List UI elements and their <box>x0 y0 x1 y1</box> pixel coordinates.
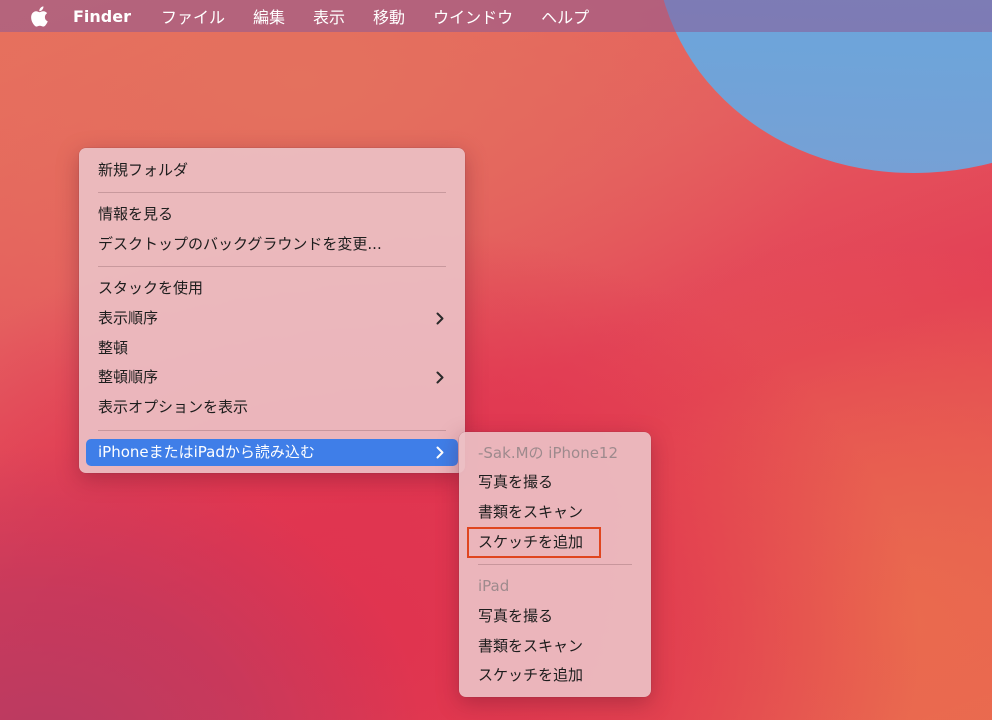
menu-item-sort-by[interactable]: 表示順序 <box>86 305 458 332</box>
chevron-right-icon <box>436 305 444 332</box>
wallpaper-shape <box>588 0 992 245</box>
import-submenu: -Sak.Mの iPhone12 写真を撮る 書類をスキャン スケッチを追加 i… <box>459 432 651 697</box>
chevron-right-icon <box>436 364 444 391</box>
menubar-finder[interactable]: Finder <box>73 7 131 26</box>
menu-item-label: iPhoneまたはiPadから読み込む <box>98 443 315 461</box>
submenu-header-iphone: -Sak.Mの iPhone12 <box>478 444 619 462</box>
menu-separator <box>98 266 446 267</box>
submenu-iphone-take-photo[interactable]: 写真を撮る <box>466 469 644 496</box>
menu-item-label: 表示順序 <box>98 309 159 327</box>
menubar-window[interactable]: ウインドウ <box>433 4 513 28</box>
menu-bar: Finder ファイル 編集 表示 移動 ウインドウ ヘルプ <box>0 0 992 32</box>
apple-logo-icon[interactable] <box>29 5 49 27</box>
submenu-header-ipad: iPad <box>478 577 510 595</box>
menu-separator <box>98 192 446 193</box>
menu-item-import-from-iphone[interactable]: iPhoneまたはiPadから読み込む <box>86 439 458 466</box>
chevron-right-icon <box>436 439 444 466</box>
submenu-iphone-scan-documents[interactable]: 書類をスキャン <box>466 499 644 526</box>
desktop[interactable]: Finder ファイル 編集 表示 移動 ウインドウ ヘルプ 新規フォルダ 情報… <box>0 0 992 720</box>
menu-item-show-view-options[interactable]: 表示オプションを表示 <box>86 394 458 421</box>
menubar-edit[interactable]: 編集 <box>253 4 285 28</box>
desktop-context-menu: 新規フォルダ 情報を見る デスクトップのバックグラウンドを変更... スタックを… <box>79 148 465 473</box>
menu-item-change-background[interactable]: デスクトップのバックグラウンドを変更... <box>86 231 458 258</box>
menubar-go[interactable]: 移動 <box>373 4 405 28</box>
annotation-highlight-box <box>467 527 601 558</box>
menu-item-clean-up-by[interactable]: 整頓順序 <box>86 364 458 391</box>
submenu-ipad-add-sketch[interactable]: スケッチを追加 <box>466 662 644 689</box>
menubar-view[interactable]: 表示 <box>313 4 345 28</box>
menubar-help[interactable]: ヘルプ <box>541 4 589 28</box>
menu-item-clean-up[interactable]: 整頓 <box>86 335 458 362</box>
menu-item-use-stacks[interactable]: スタックを使用 <box>86 275 458 302</box>
menu-item-get-info[interactable]: 情報を見る <box>86 201 458 228</box>
menu-separator <box>478 564 632 565</box>
menubar-file[interactable]: ファイル <box>161 4 225 28</box>
submenu-ipad-take-photo[interactable]: 写真を撮る <box>466 603 644 630</box>
menu-item-label: 整頓順序 <box>98 368 159 386</box>
submenu-ipad-scan-documents[interactable]: 書類をスキャン <box>466 633 644 660</box>
menu-item-new-folder[interactable]: 新規フォルダ <box>86 157 458 184</box>
menu-separator <box>98 430 446 431</box>
